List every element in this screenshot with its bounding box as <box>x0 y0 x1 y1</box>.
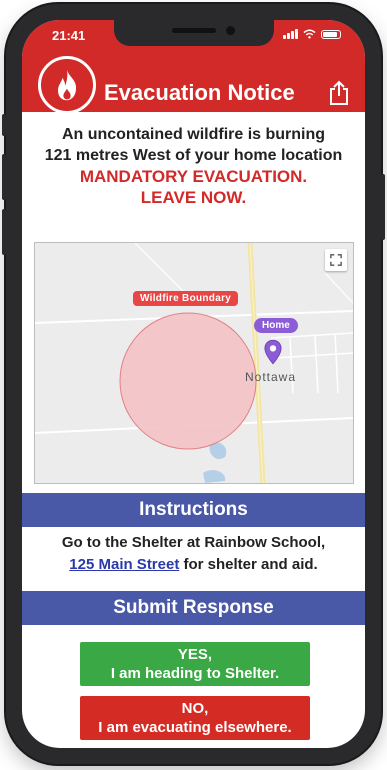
instructions-heading: Instructions <box>22 493 365 527</box>
side-button <box>2 114 6 136</box>
notice-line: 121 metres West of your home location <box>44 147 343 164</box>
yes-button[interactable]: YES, I am heading to Shelter. <box>80 642 310 686</box>
page-title: Evacuation Notice <box>104 80 295 105</box>
notice-line: An uncontained wildfire is burning <box>61 126 326 143</box>
battery-icon <box>321 30 341 39</box>
instructions-line: for shelter and aid. <box>179 556 318 573</box>
no-button-label: I am evacuating elsewhere. <box>98 719 292 736</box>
status-time: 21:41 <box>52 28 86 43</box>
yes-button-label: YES, <box>177 646 213 663</box>
no-button[interactable]: NO, I am evacuating elsewhere. <box>80 696 310 740</box>
instructions-text: Go to the Shelter at Rainbow School, 125… <box>22 532 365 576</box>
side-button <box>2 209 6 255</box>
notch <box>114 20 274 46</box>
side-button <box>2 154 6 200</box>
status-icons <box>283 29 341 39</box>
instructions-line: Go to the Shelter at Rainbow School, <box>61 534 326 551</box>
submit-response-heading: Submit Response <box>22 591 365 625</box>
share-icon[interactable] <box>327 80 351 106</box>
alert-text: LEAVE NOW. <box>140 188 247 207</box>
signal-icon <box>283 29 298 39</box>
phone-frame: 21:41 Evacuation Notice An uncontained w… <box>2 4 385 764</box>
fullscreen-icon[interactable] <box>325 249 347 271</box>
screen: 21:41 Evacuation Notice An uncontained w… <box>22 20 365 748</box>
instructions-heading-text: Instructions <box>139 499 248 520</box>
evacuation-message: An uncontained wildfire is burning 121 m… <box>22 124 365 208</box>
map-canvas <box>35 243 353 483</box>
map-view[interactable]: Wildfire Boundary Home Nottawa <box>34 242 354 484</box>
alert-text: MANDATORY EVACUATION. <box>79 167 308 186</box>
map-pin-icon[interactable] <box>264 339 282 365</box>
side-button <box>381 174 385 240</box>
no-button-label: NO, <box>181 700 209 717</box>
address-link[interactable]: 125 Main Street <box>69 556 179 573</box>
yes-button-label: I am heading to Shelter. <box>110 665 280 682</box>
town-label: Nottawa <box>245 370 297 384</box>
fire-icon <box>38 56 96 114</box>
wildfire-boundary-label: Wildfire Boundary <box>133 291 239 306</box>
home-label: Home <box>254 318 298 333</box>
wifi-icon <box>303 29 316 39</box>
submit-response-heading-text: Submit Response <box>113 597 274 618</box>
